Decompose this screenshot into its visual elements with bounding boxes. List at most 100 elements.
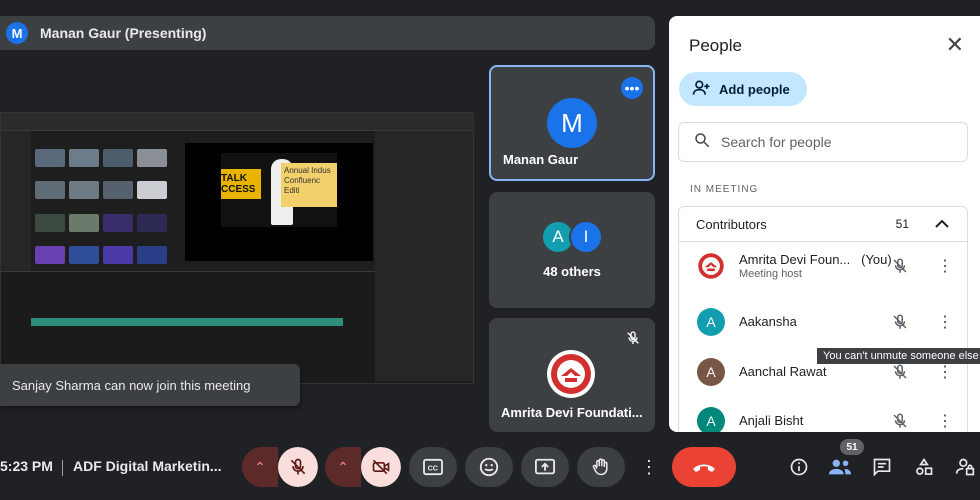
camera-control: ⌃	[325, 447, 401, 487]
activities-icon	[916, 457, 933, 475]
contributors-header[interactable]: Contributors 51	[678, 206, 968, 242]
media-thumb	[137, 213, 167, 232]
timeline-track	[31, 318, 343, 326]
chevron-up-icon[interactable]: ⌃	[242, 447, 278, 487]
meeting-title: ADF Digital Marketin...	[73, 458, 222, 474]
add-people-label: Add people	[719, 81, 790, 97]
more-vert-icon[interactable]: ⋮	[937, 411, 953, 431]
hand-icon	[592, 458, 608, 476]
mic-off-icon[interactable]	[891, 312, 909, 337]
manan-avatar: M	[547, 98, 597, 148]
host-controls-button[interactable]	[952, 454, 978, 480]
search-input[interactable]	[721, 134, 941, 150]
chat-button[interactable]	[869, 454, 895, 480]
people-panel: People ✕ Add people IN MEETING Contribut…	[669, 16, 980, 432]
captions-icon: CC	[423, 458, 443, 476]
people-button[interactable]	[827, 454, 853, 480]
presenter-bar: M Manan Gaur (Presenting)	[0, 16, 655, 50]
editor-properties-panel	[375, 131, 473, 381]
chevron-up-icon[interactable]	[935, 217, 949, 232]
mic-control: ⌃	[242, 447, 318, 487]
participant-avatar: A	[697, 358, 725, 386]
participant-row[interactable]: A Aakansha ⋮	[679, 298, 969, 346]
participant-row[interactable]: A Anjali Bisht ⋮	[679, 397, 969, 432]
tile-amrita-devi-foundation[interactable]: Amrita Devi Foundati...	[489, 318, 655, 432]
present-button[interactable]	[521, 447, 569, 487]
end-call-button[interactable]	[672, 447, 736, 487]
panel-title: People	[689, 36, 742, 55]
chat-icon	[873, 458, 891, 477]
divider	[62, 460, 63, 476]
notification-toast: Sanjay Sharma can now join this meeting	[0, 364, 300, 406]
tile-others[interactable]: A I 48 others	[489, 192, 655, 308]
media-thumb	[137, 149, 167, 167]
search-icon	[693, 131, 711, 154]
media-thumb	[35, 181, 65, 200]
unmute-tooltip: You can't unmute someone else	[817, 348, 980, 364]
chevron-up-icon[interactable]: ⌃	[325, 447, 361, 487]
more-vert-icon[interactable]: ⋮	[937, 256, 953, 276]
mic-off-icon[interactable]	[891, 256, 909, 281]
media-thumb	[35, 213, 65, 232]
search-box[interactable]	[678, 122, 968, 162]
info-icon	[790, 458, 808, 476]
contributors-count: 51	[895, 217, 909, 231]
media-thumb	[103, 181, 133, 200]
captions-button[interactable]: CC	[409, 447, 457, 487]
phone-hangup-icon	[693, 464, 715, 472]
media-thumb	[69, 245, 99, 264]
close-icon[interactable]: ✕	[946, 34, 964, 56]
more-vert-icon: ⋮	[640, 456, 658, 477]
camera-off-button[interactable]	[361, 447, 401, 487]
participant-you-tag: (You)	[861, 252, 892, 267]
participant-name: Anjali Bisht	[739, 413, 804, 428]
media-thumb	[103, 213, 133, 232]
clock: 5:23 PM	[0, 458, 53, 474]
activities-button[interactable]	[911, 454, 937, 480]
avatar: I	[569, 220, 603, 254]
raise-hand-button[interactable]	[577, 447, 625, 487]
mic-off-icon[interactable]	[891, 411, 909, 432]
lock-person-icon	[955, 458, 975, 476]
participant-name: Amrita Devi Foun... (You)	[739, 252, 892, 267]
participant-row[interactable]: Amrita Devi Foun... (You) Meeting host ⋮	[679, 242, 969, 290]
emoji-icon	[479, 457, 499, 477]
preview-banner: TALK CCESS	[221, 169, 261, 199]
media-thumb	[137, 245, 167, 264]
more-options-button[interactable]: ⋮	[635, 447, 663, 487]
preview-side-text: Annual Indus Confluenc Editi	[281, 163, 337, 207]
tile-name: Manan Gaur	[503, 152, 579, 167]
tile-manan-gaur[interactable]: M ••• Manan Gaur	[489, 65, 655, 181]
add-people-button[interactable]: Add people	[679, 72, 807, 106]
section-heading: IN MEETING	[690, 184, 759, 195]
mic-off-icon	[290, 458, 306, 475]
shared-screen[interactable]: TALK CCESS Annual Indus Confluenc Editi	[0, 112, 474, 384]
editor-toolbar	[1, 113, 473, 131]
media-thumb	[69, 213, 99, 232]
video-preview: TALK CCESS Annual Indus Confluenc Editi	[185, 143, 373, 261]
svg-text:CC: CC	[428, 464, 438, 473]
participant-name: Aakansha	[739, 314, 797, 329]
participant-name: Aanchal Rawat	[739, 364, 827, 379]
mic-off-button[interactable]	[278, 447, 318, 487]
others-label: 48 others	[543, 264, 601, 279]
media-thumb	[35, 149, 65, 167]
others-avatars: A I	[541, 220, 603, 254]
media-thumb	[35, 245, 65, 264]
media-thumb	[69, 149, 99, 167]
more-options-icon[interactable]: •••	[621, 77, 643, 99]
reactions-button[interactable]	[465, 447, 513, 487]
media-thumb	[103, 245, 133, 264]
presenter-avatar: M	[6, 22, 28, 44]
people-icon	[828, 459, 852, 475]
participant-avatar	[697, 252, 725, 280]
participant-subtitle: Meeting host	[739, 268, 802, 280]
more-vert-icon[interactable]: ⋮	[937, 362, 953, 382]
participant-list: Amrita Devi Foun... (You) Meeting host ⋮…	[678, 242, 968, 432]
meeting-info-button[interactable]	[786, 454, 812, 480]
mic-off-icon	[625, 330, 641, 351]
mic-off-icon[interactable]	[891, 362, 909, 387]
preview-frame: TALK CCESS Annual Indus Confluenc Editi	[221, 153, 337, 227]
org-logo-icon	[547, 350, 595, 398]
more-vert-icon[interactable]: ⋮	[937, 312, 953, 332]
